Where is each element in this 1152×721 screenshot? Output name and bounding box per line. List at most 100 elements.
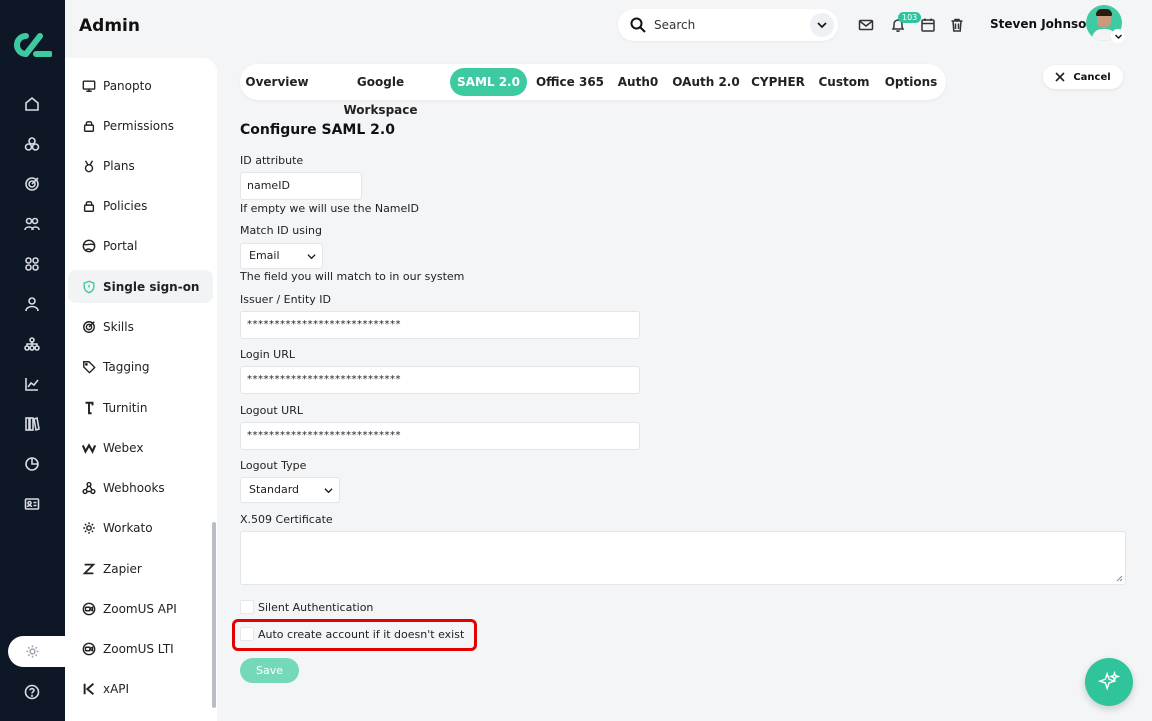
sidebar-item-xapi[interactable]: xAPI [68, 672, 213, 705]
grid-icon[interactable] [22, 254, 42, 274]
user-name[interactable]: Steven Johnson [990, 17, 1095, 31]
users-icon[interactable] [22, 214, 42, 234]
sidebar-item-tagging[interactable]: Tagging [68, 350, 213, 383]
login-url-input[interactable]: **************************** [240, 366, 640, 394]
target-icon [81, 319, 97, 335]
sidebar-item-zoomus-api[interactable]: ZoomUS API [68, 592, 213, 625]
xapi-icon [81, 681, 97, 697]
sidebar-item-label: Zapier [103, 561, 142, 576]
sidebar-item-label: Webhooks [103, 480, 165, 495]
lock-icon [81, 118, 97, 134]
sidebar-item-label: Tagging [103, 359, 150, 374]
mail-icon[interactable] [858, 17, 874, 33]
sidebar-item-turnitin[interactable]: Turnitin [68, 391, 213, 424]
logout-url-label: Logout URL [240, 404, 303, 417]
match-id-select[interactable]: Email [240, 243, 323, 269]
analytics-icon[interactable] [22, 374, 42, 394]
form-title: Configure SAML 2.0 [240, 122, 395, 138]
home-icon[interactable] [22, 94, 42, 114]
match-id-help: The field you will match to in our syste… [240, 270, 465, 283]
tab-overview[interactable]: Overview [244, 68, 310, 96]
silent-auth-checkbox[interactable] [240, 600, 254, 614]
tab-cypher[interactable]: CYPHER [748, 68, 808, 96]
tag-icon [81, 359, 97, 375]
match-id-label: Match ID using [240, 224, 322, 237]
notification-badge: 103 [898, 12, 922, 23]
highlight-box [232, 619, 477, 651]
zoom-icon [81, 641, 97, 657]
tab-custom[interactable]: Custom [815, 68, 873, 96]
cancel-label: Cancel [1073, 71, 1111, 83]
person-icon[interactable] [22, 294, 42, 314]
sso-tabs: Overview Google Workspace SAML 2.0 Offic… [240, 64, 946, 117]
sidebar-item-plans[interactable]: Plans [68, 149, 213, 182]
monitor-icon [81, 78, 97, 94]
silent-auth-label: Silent Authentication [258, 601, 374, 614]
sidebar-item-label: Single sign-on [103, 279, 200, 294]
trash-icon[interactable] [949, 17, 965, 33]
sidebar-scrollbar[interactable] [212, 522, 216, 708]
chevron-down-icon[interactable] [1111, 29, 1125, 43]
org-chart-icon[interactable] [22, 334, 42, 354]
calendar-icon[interactable] [920, 17, 936, 33]
target-icon[interactable] [22, 174, 42, 194]
sidebar-item-label: Skills [103, 319, 134, 334]
tab-google-workspace[interactable]: Google Workspace [318, 68, 443, 117]
issuer-input[interactable]: **************************** [240, 311, 640, 339]
tab-options[interactable]: Options [880, 68, 942, 96]
id-attribute-input[interactable]: nameID [240, 172, 362, 200]
logout-url-input[interactable]: **************************** [240, 422, 640, 450]
sidebar-item-zoomus-lti[interactable]: ZoomUS LTI [68, 632, 213, 665]
app-rail [0, 0, 80, 721]
sidebar-item-portal[interactable]: Portal [68, 229, 213, 262]
app-logo[interactable] [12, 30, 52, 60]
tab-auth0[interactable]: Auth0 [613, 68, 663, 96]
tab-saml[interactable]: SAML 2.0 [450, 68, 527, 96]
issuer-label: Issuer / Entity ID [240, 293, 331, 306]
chevron-down-icon [817, 22, 827, 29]
chevron-down-icon [307, 254, 316, 260]
dashboard-icon[interactable] [22, 134, 42, 154]
search-icon [630, 17, 646, 33]
webhook-icon [81, 480, 97, 496]
settings-sidebar: Panopto Permissions Plans Policies Porta… [65, 58, 217, 721]
save-button[interactable]: Save [240, 658, 299, 683]
id-attribute-help: If empty we will use the NameID [240, 202, 420, 215]
help-icon[interactable] [22, 682, 42, 702]
sidebar-item-label: Permissions [103, 118, 174, 133]
tab-office-365[interactable]: Office 365 [534, 68, 606, 96]
zapier-icon [81, 561, 97, 577]
sidebar-item-panopto[interactable]: Panopto [68, 69, 213, 102]
sidebar-item-single-sign-on[interactable]: Single sign-on [68, 270, 213, 303]
search-dropdown-button[interactable] [810, 13, 834, 37]
pie-chart-icon[interactable] [22, 454, 42, 474]
id-card-icon[interactable] [22, 494, 42, 514]
webex-icon [81, 440, 97, 456]
sidebar-item-skills[interactable]: Skills [68, 310, 213, 343]
logout-type-select[interactable]: Standard [240, 477, 340, 503]
settings-icon [26, 645, 39, 658]
sidebar-item-label: Workato [103, 520, 153, 535]
sidebar-item-label: Policies [103, 198, 148, 213]
library-icon[interactable] [22, 414, 42, 434]
sidebar-item-zapier[interactable]: Zapier [68, 552, 213, 585]
certificate-textarea[interactable] [240, 531, 1126, 585]
search-label: Search [654, 18, 696, 32]
lock-icon [81, 198, 97, 214]
sidebar-item-workato[interactable]: Workato [68, 511, 213, 544]
sidebar-item-webex[interactable]: Webex [68, 431, 213, 464]
sidebar-item-webhooks[interactable]: Webhooks [68, 471, 213, 504]
resize-handle-icon[interactable] [1116, 575, 1123, 582]
ai-assistant-button[interactable] [1085, 658, 1133, 706]
sidebar-item-label: Plans [103, 158, 135, 173]
sidebar-item-permissions[interactable]: Permissions [68, 109, 213, 142]
turnitin-icon [81, 400, 97, 416]
cancel-button[interactable]: Cancel [1043, 65, 1123, 89]
sidebar-item-label: Panopto [103, 78, 152, 93]
sidebar-item-label: Turnitin [103, 400, 148, 415]
sidebar-item-label: ZoomUS API [103, 601, 177, 616]
login-url-label: Login URL [240, 348, 295, 361]
tab-oauth[interactable]: OAuth 2.0 [671, 68, 741, 96]
search-bar[interactable]: Search [618, 9, 838, 41]
sidebar-item-policies[interactable]: Policies [68, 189, 213, 222]
